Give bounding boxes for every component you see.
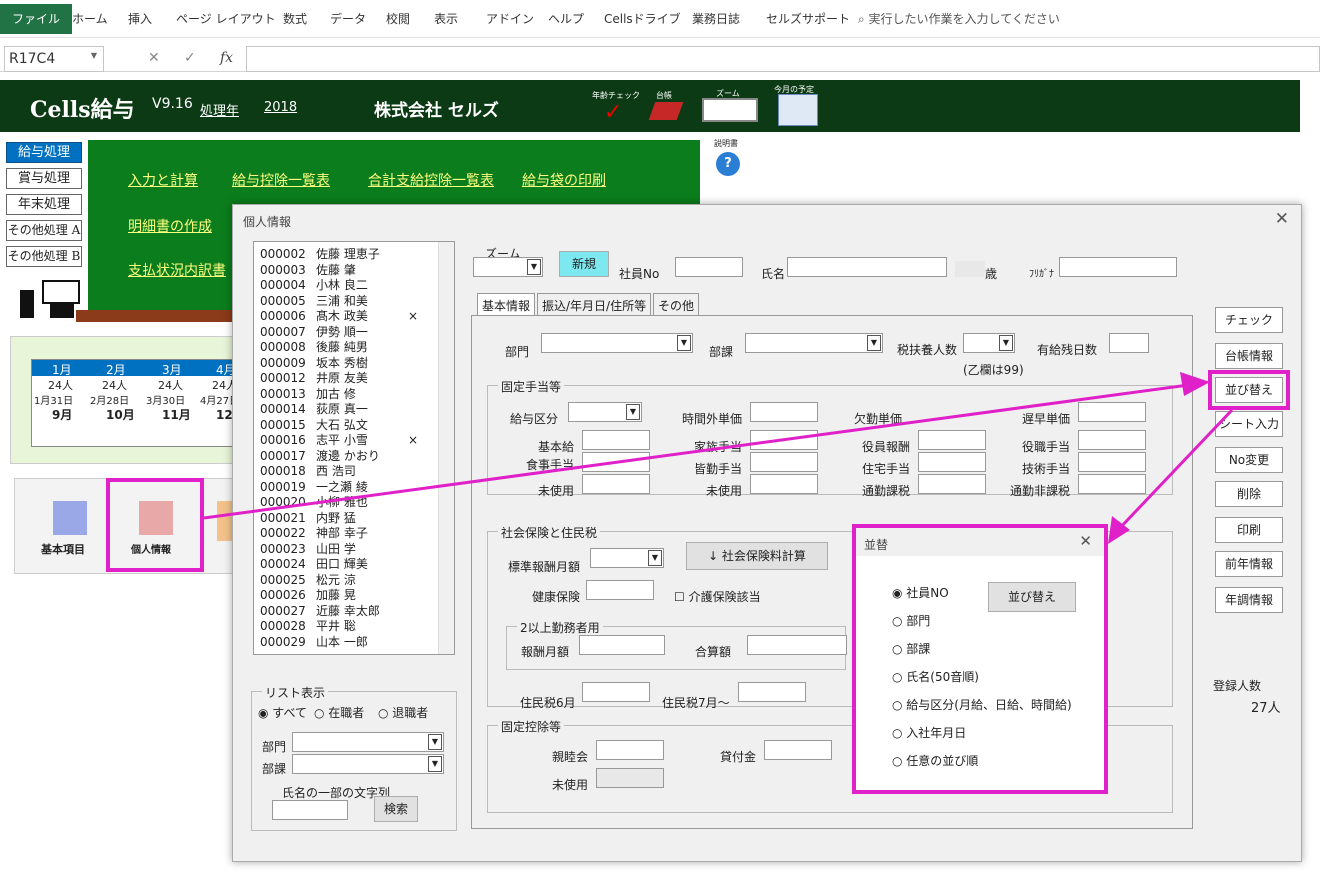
sort-option-emp-no[interactable]: ◉ 社員NO [892,584,949,601]
sort-option-custom[interactable]: ○ 任意の並び順 [892,752,978,769]
annotation-arrows [203,372,1234,544]
sort-option-join-date[interactable]: ○ 入社年月日 [892,724,966,741]
sort-option-name[interactable]: ○ 氏名(50音順) [892,668,979,685]
arrow-line [1116,408,1234,532]
sort-dialog-title: 並替 [864,538,889,552]
sort-execute-button[interactable]: 並び替え [988,582,1076,612]
sort-dialog: 並替 ✕ ◉ 社員NO ○ 部門 ○ 部課 ○ 氏名(50音順) ○ 給与区分(… [852,524,1108,794]
sort-options-panel: ◉ 社員NO ○ 部門 ○ 部課 ○ 氏名(50音順) ○ 給与区分(月給、日給… [856,556,1104,790]
sort-option-dept[interactable]: ○ 部門 [892,612,930,629]
sort-option-section[interactable]: ○ 部課 [892,640,930,657]
arrowhead [1180,372,1210,396]
close-icon[interactable]: ✕ [1079,532,1092,550]
arrow-line [203,382,1197,520]
sort-option-pay-type[interactable]: ○ 給与区分(月給、日給、時間給) [892,696,1072,713]
